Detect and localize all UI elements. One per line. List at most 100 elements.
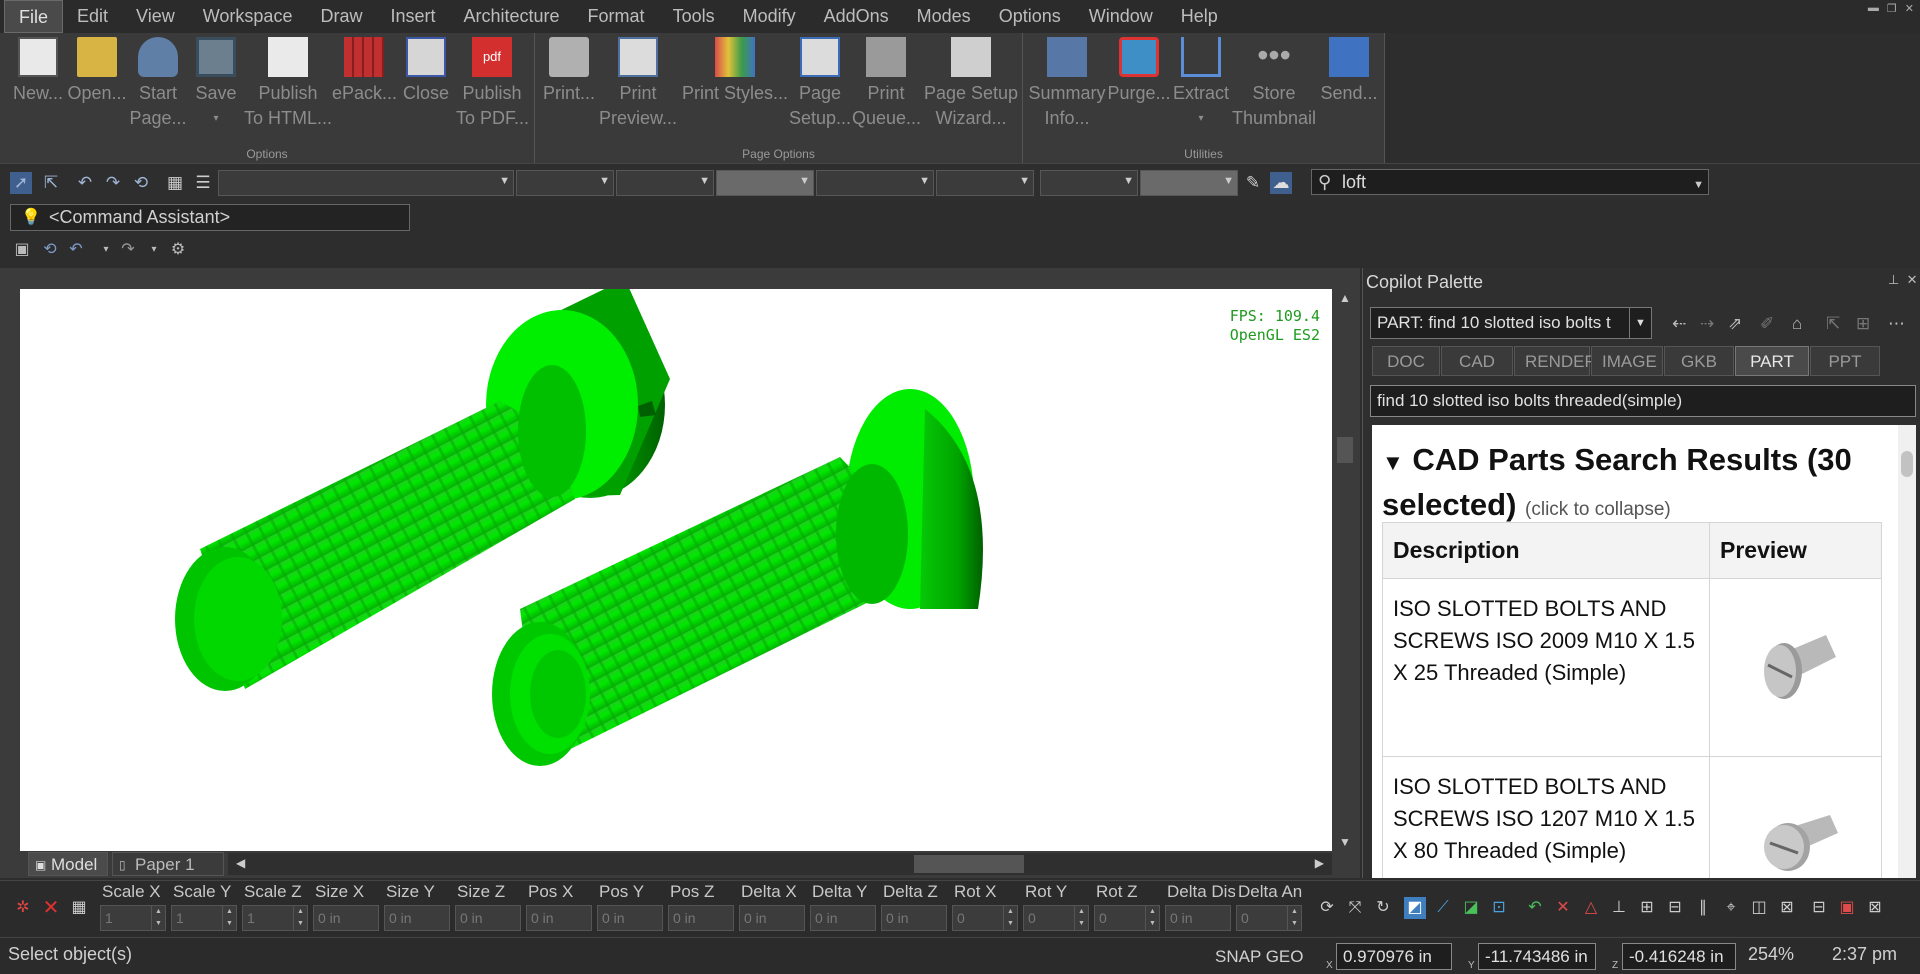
tab-model[interactable]: ▣ Model [28,852,108,876]
pos-y-field[interactable]: 0 in [597,905,663,931]
print-preview-button[interactable]: Print Preview... [598,33,678,131]
share-icon[interactable]: ⇗ [1728,314,1742,334]
home-icon[interactable]: ⌂ [1792,314,1802,334]
copilot-icon[interactable]: ☁ [1270,172,1292,194]
chevron-down-icon[interactable]: ▼ [1629,307,1651,339]
menu-modes[interactable]: Modes [903,0,985,33]
stepper-icon[interactable]: ▲ ▼ [151,906,165,930]
snap-midpoint-icon[interactable]: ◪ [1460,897,1482,919]
snap-node-icon[interactable]: ↶ [1524,897,1546,919]
pin-result-icon[interactable]: ⇱ [1826,314,1840,334]
more-icon[interactable]: ⋯ [1888,314,1905,334]
lasso-icon[interactable]: ⟲ [130,172,152,194]
scroll-up-icon[interactable]: ▲ [1339,291,1351,305]
table-icon[interactable]: ▦ [68,897,90,919]
extract-button[interactable]: Extract ▾ [1172,33,1230,131]
size-x-field[interactable]: 0 in [313,905,379,931]
tab-ppt[interactable]: PPT [1810,346,1880,376]
table-row[interactable]: ISO SLOTTED BOLTS AND SCREWS ISO 2009 M1… [1382,578,1882,757]
delta-y-field[interactable]: 0 in [810,905,876,931]
scale-x-field[interactable]: 1 ▲ ▼ [100,905,166,931]
select-cursor-icon[interactable]: ➚ [10,172,32,194]
palette-query-select[interactable]: PART: find 10 slotted iso bolts t [1370,307,1652,339]
page-setup-wizard-button[interactable]: Page Setup Wizard... [922,33,1020,131]
layer-combo[interactable]: ▼ [218,170,514,196]
menu-architecture[interactable]: Architecture [450,0,574,33]
zoom-level[interactable]: 254% [1748,944,1794,965]
rotate-view-icon[interactable]: ⟳ [1316,897,1338,919]
brush-icon[interactable]: ✎ [1242,172,1264,194]
scroll-thumb[interactable] [914,855,1024,873]
purge-button[interactable]: Purge... [1106,33,1172,106]
undo-icon[interactable]: ↶ [66,240,86,260]
open-button[interactable]: Open... [66,33,128,106]
customize-icon[interactable]: ⚙ [168,240,188,260]
pick-cursor-icon[interactable]: ⇱ [40,172,62,194]
menu-window[interactable]: Window [1075,0,1167,33]
chevron-down-icon[interactable]: ▾ [96,240,116,260]
bolts-3d-model[interactable] [20,289,1332,851]
text-style-combo[interactable]: ▼ [936,170,1034,196]
undo-icon[interactable]: ↶ [74,172,96,194]
snap-quadrant-icon[interactable]: ◫ [1748,897,1770,919]
delta-distance-field[interactable]: 0 in [1165,905,1231,931]
chevron-down-icon[interactable]: ▾ [144,240,164,260]
menu-tools[interactable]: Tools [659,0,729,33]
snap-endpoint-icon[interactable]: ⟋ [1432,897,1454,919]
rot-y-field[interactable]: 0 ▲ ▼ [1023,905,1089,931]
snap-intersection-icon[interactable]: ✕ [1552,897,1574,919]
dim-style-combo[interactable]: ▼ [1040,170,1138,196]
stepper-icon[interactable]: ▲ ▼ [1287,906,1301,930]
print-styles-button[interactable]: Print Styles... [682,33,788,106]
menu-file[interactable]: File [4,0,64,33]
menu-edit[interactable]: Edit [63,0,122,33]
tab-gkb[interactable]: GKB [1664,346,1734,376]
snap-mode-icon[interactable]: ◩ [1404,897,1426,919]
stepper-icon[interactable]: ▲ ▼ [1003,906,1017,930]
snap-geo-toggle[interactable]: SNAP GEO [1215,947,1304,967]
send-button[interactable]: Send... [1318,33,1380,106]
layers-icon[interactable]: ☰ [192,172,214,194]
model-viewport[interactable]: FPS: 109.4 OpenGL ES2 [20,289,1332,851]
stepper-icon[interactable]: ▲ ▼ [1074,906,1088,930]
menu-view[interactable]: View [122,0,189,33]
size-z-field[interactable]: 0 in [455,905,521,931]
snap-perpendicular-icon[interactable]: ⊥ [1608,897,1630,919]
linetype-combo[interactable]: ▼ [616,170,714,196]
snap-nearest-icon[interactable]: ⌖ [1720,897,1742,919]
snap-apparent-icon[interactable]: ▣ [1836,897,1858,919]
publish-html-button[interactable]: Publish To HTML... [244,33,332,131]
lasso-icon[interactable]: ⟲ [40,240,60,260]
results-scrollbar[interactable] [1898,425,1916,878]
delta-angle-field[interactable]: 0 ▲ ▼ [1236,905,1302,931]
palette-prompt-field[interactable]: find 10 slotted iso bolts threaded(simpl… [1370,385,1916,417]
tab-part[interactable]: PART [1735,346,1809,376]
redo-icon[interactable]: ↷ [102,172,124,194]
menu-draw[interactable]: Draw [306,0,376,33]
orbit-icon[interactable]: ↻ [1372,897,1394,919]
stepper-icon[interactable]: ▲ ▼ [222,906,236,930]
scroll-down-icon[interactable]: ▼ [1339,835,1351,849]
page-setup-button[interactable]: Page Setup... [788,33,852,131]
lineweight-combo[interactable]: ▼ [716,170,814,196]
pos-z-field[interactable]: 0 in [668,905,734,931]
menu-addons[interactable]: AddOns [810,0,903,33]
close-button[interactable]: Close [396,33,456,106]
rot-z-field[interactable]: 0 ▲ ▼ [1094,905,1160,931]
snap-center-icon[interactable]: ⊡ [1488,897,1510,919]
redo-icon[interactable]: ↷ [118,240,138,260]
scroll-thumb[interactable] [1337,437,1353,463]
tab-paper-1[interactable]: ▯ Paper 1 [112,852,224,876]
table-row[interactable]: ISO SLOTTED BOLTS AND SCREWS ISO 1207 M1… [1382,756,1882,878]
delta-x-field[interactable]: 0 in [739,905,805,931]
table-icon[interactable]: ▦ [164,172,186,194]
scroll-left-icon[interactable]: ◀ [236,856,245,870]
expand-icon[interactable]: ⊞ [1856,314,1870,334]
menu-options[interactable]: Options [985,0,1075,33]
coord-z-field[interactable]: -0.416248 in [1622,943,1736,970]
publish-pdf-button[interactable]: pdf Publish To PDF... [456,33,529,131]
coord-x-field[interactable]: 0.970976 in [1336,943,1452,970]
snap-settings-icon[interactable]: ⊟ [1808,897,1830,919]
back-icon[interactable]: ⇠ [1672,314,1686,334]
restore-icon[interactable]: ❐ [1887,2,1897,15]
